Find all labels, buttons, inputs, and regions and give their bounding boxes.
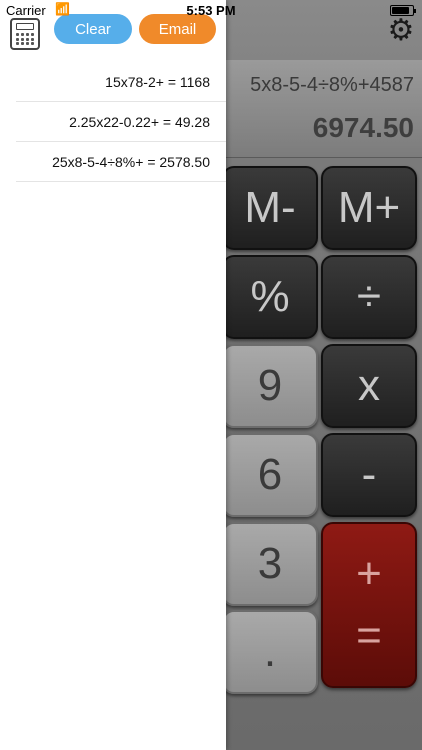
m-minus-key[interactable]: M-: [222, 166, 318, 250]
history-item[interactable]: 25x8-5-4÷8%+ = 2578.50: [16, 142, 226, 182]
plus-equals-key[interactable]: + =: [321, 522, 417, 688]
clock: 5:53 PM: [186, 3, 236, 18]
six-key[interactable]: 6: [222, 433, 318, 517]
history-item[interactable]: 15x78-2+ = 1168: [16, 62, 226, 102]
result-display: 6974.50: [312, 112, 414, 143]
decimal-key[interactable]: .: [222, 610, 318, 694]
battery-icon: [390, 5, 416, 16]
calculator-icon[interactable]: [10, 18, 40, 50]
history-panel: Clear Email 15x78-2+ = 1168 2.25x22-0.22…: [0, 0, 226, 750]
expression-display: 5x8-5-4÷8%+4587: [250, 74, 414, 96]
nine-key[interactable]: 9: [222, 344, 318, 428]
divide-key[interactable]: ÷: [321, 255, 417, 339]
history-list: 15x78-2+ = 1168 2.25x22-0.22+ = 49.28 25…: [16, 62, 226, 182]
multiply-key[interactable]: x: [321, 344, 417, 428]
status-bar: Carrier 📶 5:53 PM: [0, 0, 422, 20]
minus-key[interactable]: -: [321, 433, 417, 517]
plus-label: +: [356, 549, 382, 598]
history-item[interactable]: 2.25x22-0.22+ = 49.28: [16, 102, 226, 142]
three-key[interactable]: 3: [222, 522, 318, 606]
equals-label: =: [356, 611, 382, 660]
percent-key[interactable]: %: [222, 255, 318, 339]
m-plus-key[interactable]: M+: [321, 166, 417, 250]
battery-level: [392, 7, 409, 14]
